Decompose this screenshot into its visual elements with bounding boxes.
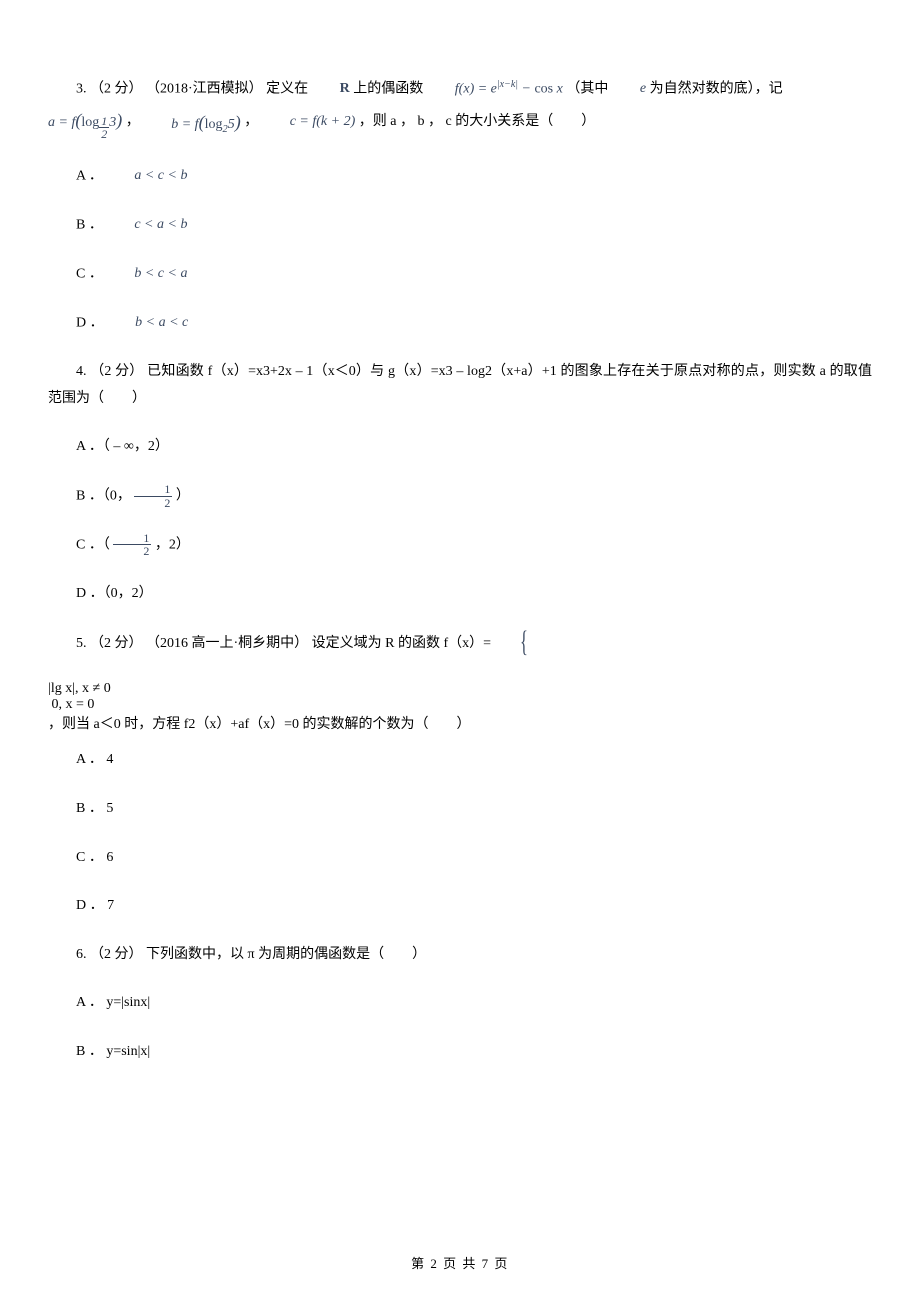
page-footer: 第 2 页 共 7 页 bbox=[0, 1253, 920, 1272]
q3-option-C: C ． b < c < a bbox=[48, 261, 872, 288]
option-post: ，2） bbox=[155, 537, 190, 552]
question-6-stem: 6. （2 分） 下列函数中，以 π 为周期的偶函数是（ ） bbox=[48, 942, 872, 969]
option-post: ） bbox=[176, 488, 190, 503]
q3-e-symbol: e bbox=[612, 76, 646, 103]
piece-bot: 0, x = 0 bbox=[48, 697, 872, 713]
option-math: a < c < b bbox=[106, 163, 187, 190]
q3-option-A: A ． a < c < b bbox=[48, 163, 872, 190]
q3-text-part3: （其中 bbox=[566, 81, 612, 96]
q4-option-A: A ．（ – ∞，2） bbox=[48, 434, 872, 461]
fraction-icon: 12 bbox=[134, 483, 172, 509]
page-container: 3. （2 分） （2018·江西模拟） 定义在 R 上的偶函数 f(x) = … bbox=[0, 0, 920, 1302]
q3-R-symbol: R bbox=[312, 76, 350, 103]
piecewise-function: { bbox=[495, 629, 537, 659]
q3-b-expr: b = f(log25) bbox=[143, 105, 240, 139]
q5-option-C: C ． 6 bbox=[48, 845, 872, 872]
q3-a-expr: a = f(log123) bbox=[48, 103, 122, 140]
q6-option-B: B ． y=sin|x| bbox=[48, 1039, 872, 1066]
left-brace-icon: { bbox=[504, 627, 527, 657]
q5-text-part1: 5. （2 分） （2016 高一上·桐乡期中） 设定义域为 R 的函数 f（x… bbox=[76, 637, 495, 652]
q3-sep1: ， bbox=[126, 114, 144, 129]
option-math: b < a < c bbox=[107, 310, 188, 337]
option-label: B ． bbox=[76, 217, 103, 232]
q3-c-expr: c = f(k + 2) bbox=[262, 109, 356, 136]
q5-option-B: B ． 5 bbox=[48, 796, 872, 823]
question-4-stem: 4. （2 分） 已知函数 f（x）=x3+2x – 1（x＜0）与 g（x）=… bbox=[48, 359, 872, 412]
q3-text-part2: 上的偶函数 bbox=[353, 81, 427, 96]
option-math: b < c < a bbox=[106, 261, 187, 288]
q4-option-D: D ．（0，2） bbox=[48, 581, 872, 608]
piece-top: |lg x|, x ≠ 0 bbox=[48, 681, 872, 697]
question-5-stem: 5. （2 分） （2016 高一上·桐乡期中） 设定义域为 R 的函数 f（x… bbox=[48, 629, 872, 659]
q5-text-part2: ，则当 a＜0 时，方程 f2（x）+af（x）=0 的实数解的个数为（ ） bbox=[48, 717, 471, 732]
option-label: D ． bbox=[76, 316, 104, 331]
q4-option-B: B ．（0， 12 ） bbox=[48, 483, 872, 510]
q3-option-D: D ． b < a < c bbox=[48, 310, 872, 337]
q3-sep2: ， bbox=[244, 114, 262, 129]
q4-option-C: C ．（ 12 ，2） bbox=[48, 532, 872, 559]
option-label: A ． bbox=[76, 168, 103, 183]
option-pre: C ．（ bbox=[76, 537, 113, 552]
option-math: c < a < b bbox=[106, 212, 187, 239]
q6-option-A: A ． y=|sinx| bbox=[48, 990, 872, 1017]
option-label: C ． bbox=[76, 266, 103, 281]
fraction-icon: 12 bbox=[113, 532, 151, 558]
q3-fx-expr: f(x) = e|x−k| − cos x bbox=[427, 75, 563, 103]
q5-option-D: D ． 7 bbox=[48, 893, 872, 920]
q3-tail: ，则 a ， b ， c 的大小关系是（ ） bbox=[359, 114, 595, 129]
q3-text-part4: 为自然对数的底），记 bbox=[650, 81, 783, 96]
q3-text-part1: 3. （2 分） （2018·江西模拟） 定义在 bbox=[76, 81, 312, 96]
option-pre: B ．（0， bbox=[76, 488, 134, 503]
q5-option-A: A ． 4 bbox=[48, 747, 872, 774]
q3-option-B: B ． c < a < b bbox=[48, 212, 872, 239]
question-3-stem: 3. （2 分） （2018·江西模拟） 定义在 R 上的偶函数 f(x) = … bbox=[48, 75, 872, 141]
